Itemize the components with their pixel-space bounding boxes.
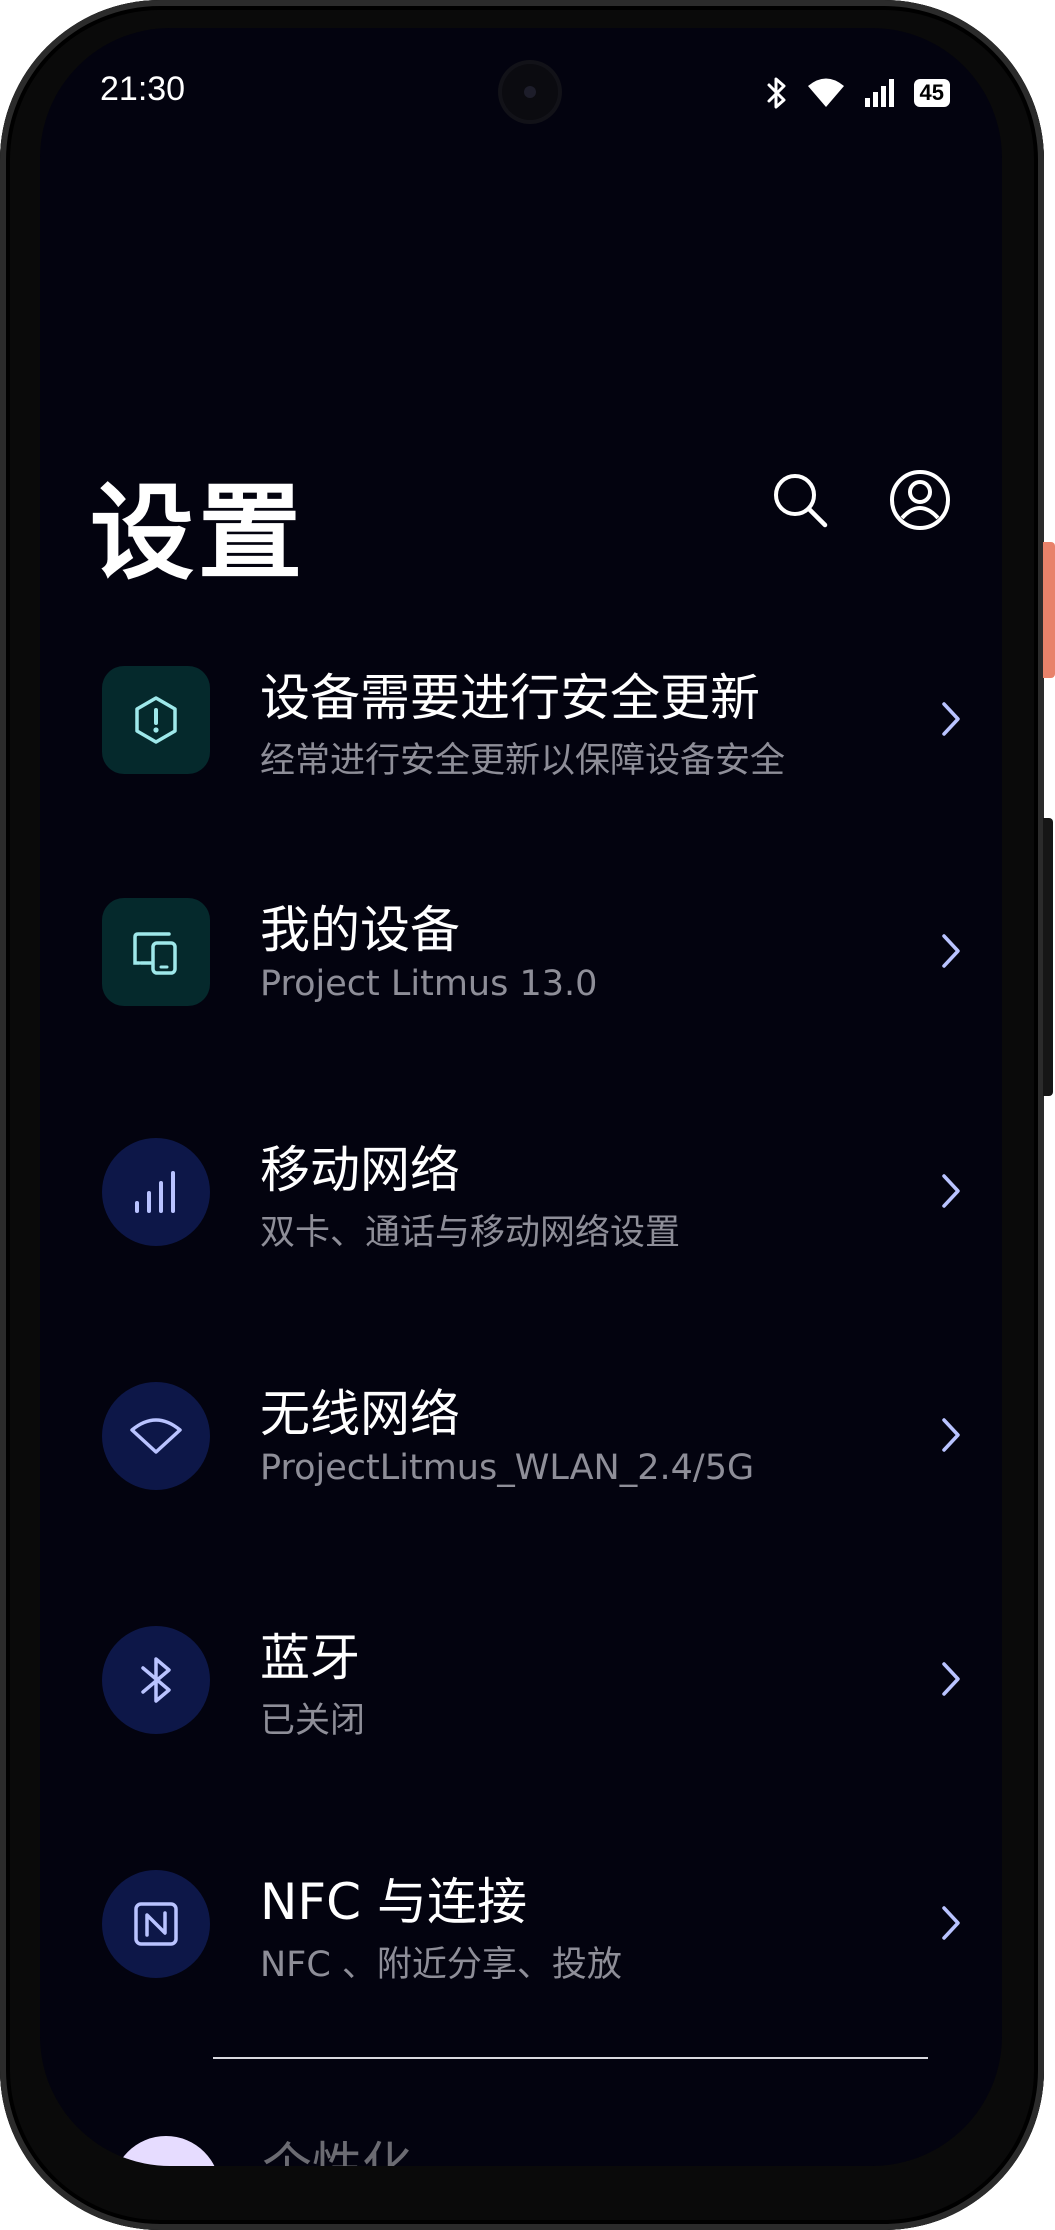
- wifi-icon: [130, 1418, 182, 1454]
- chevron-right-icon: [942, 934, 960, 968]
- power-button: [1043, 818, 1053, 1096]
- icon-tile: [102, 1382, 210, 1490]
- item-subtitle: 已关闭: [260, 1701, 366, 1741]
- battery-level: 45: [919, 80, 944, 105]
- front-camera: [502, 64, 558, 120]
- account-icon[interactable]: [888, 468, 952, 532]
- personalization-icon[interactable]: [112, 2136, 220, 2166]
- cellular-icon: [135, 1171, 175, 1213]
- item-subtitle: 经常进行安全更新以保障设备安全: [260, 741, 786, 781]
- shield-alert-icon: [135, 696, 177, 744]
- screen: 21:30 45 设置 设备需要进行安全更新 经常进行安全更新以保障设备安全 我…: [40, 28, 1002, 2166]
- personalization-title[interactable]: 个性化: [262, 2126, 412, 2166]
- icon-tile: [102, 898, 210, 1006]
- wifi-icon: [807, 78, 844, 107]
- devices-icon: [133, 932, 177, 975]
- item-subtitle: Project Litmus 13.0: [260, 964, 598, 1004]
- icon-tile: [102, 1870, 210, 1978]
- chevron-right-icon: [942, 1418, 960, 1452]
- search-icon[interactable]: [768, 468, 832, 532]
- list-item-wifi[interactable]: 无线网络 ProjectLitmus_WLAN_2.4/5G: [70, 1344, 970, 1504]
- signal-icon: [864, 79, 894, 107]
- item-title: 蓝牙: [260, 1629, 360, 1687]
- icon-tile: [102, 1626, 210, 1734]
- chevron-right-icon: [942, 1662, 960, 1696]
- item-title: 移动网络: [260, 1141, 460, 1199]
- battery-icon: 45: [913, 79, 950, 107]
- item-subtitle: NFC 、附近分享、投放: [260, 1945, 622, 1985]
- item-title: 我的设备: [260, 901, 460, 959]
- list-item-bluetooth[interactable]: 蓝牙 已关闭: [70, 1588, 970, 1748]
- section-divider: [213, 2057, 928, 2059]
- chevron-right-icon: [942, 1906, 960, 1940]
- item-title: 设备需要进行安全更新: [260, 669, 760, 727]
- icon-tile: [102, 666, 210, 774]
- alert-slider: [1043, 542, 1055, 678]
- bluetooth-icon: [141, 1657, 171, 1703]
- list-item-my-device[interactable]: 我的设备 Project Litmus 13.0: [70, 860, 970, 1020]
- icon-tile: [102, 1138, 210, 1246]
- nfc-icon: [134, 1902, 178, 1946]
- list-item-mobile-network[interactable]: 移动网络 双卡、通话与移动网络设置: [70, 1100, 970, 1260]
- status-icons: 45: [766, 76, 950, 110]
- page-title: 设置: [90, 472, 307, 594]
- status-time: 21:30: [100, 70, 186, 108]
- bluetooth-icon: [767, 77, 786, 109]
- chevron-right-icon: [942, 702, 960, 736]
- list-item-security-update[interactable]: 设备需要进行安全更新 经常进行安全更新以保障设备安全: [70, 628, 970, 788]
- item-title: 无线网络: [260, 1385, 460, 1443]
- item-subtitle: 双卡、通话与移动网络设置: [260, 1213, 681, 1253]
- item-title: NFC 与连接: [260, 1873, 527, 1931]
- item-subtitle: ProjectLitmus_WLAN_2.4/5G: [260, 1448, 755, 1488]
- list-item-nfc[interactable]: NFC 与连接 NFC 、附近分享、投放: [70, 1832, 970, 1992]
- chevron-right-icon: [942, 1174, 960, 1208]
